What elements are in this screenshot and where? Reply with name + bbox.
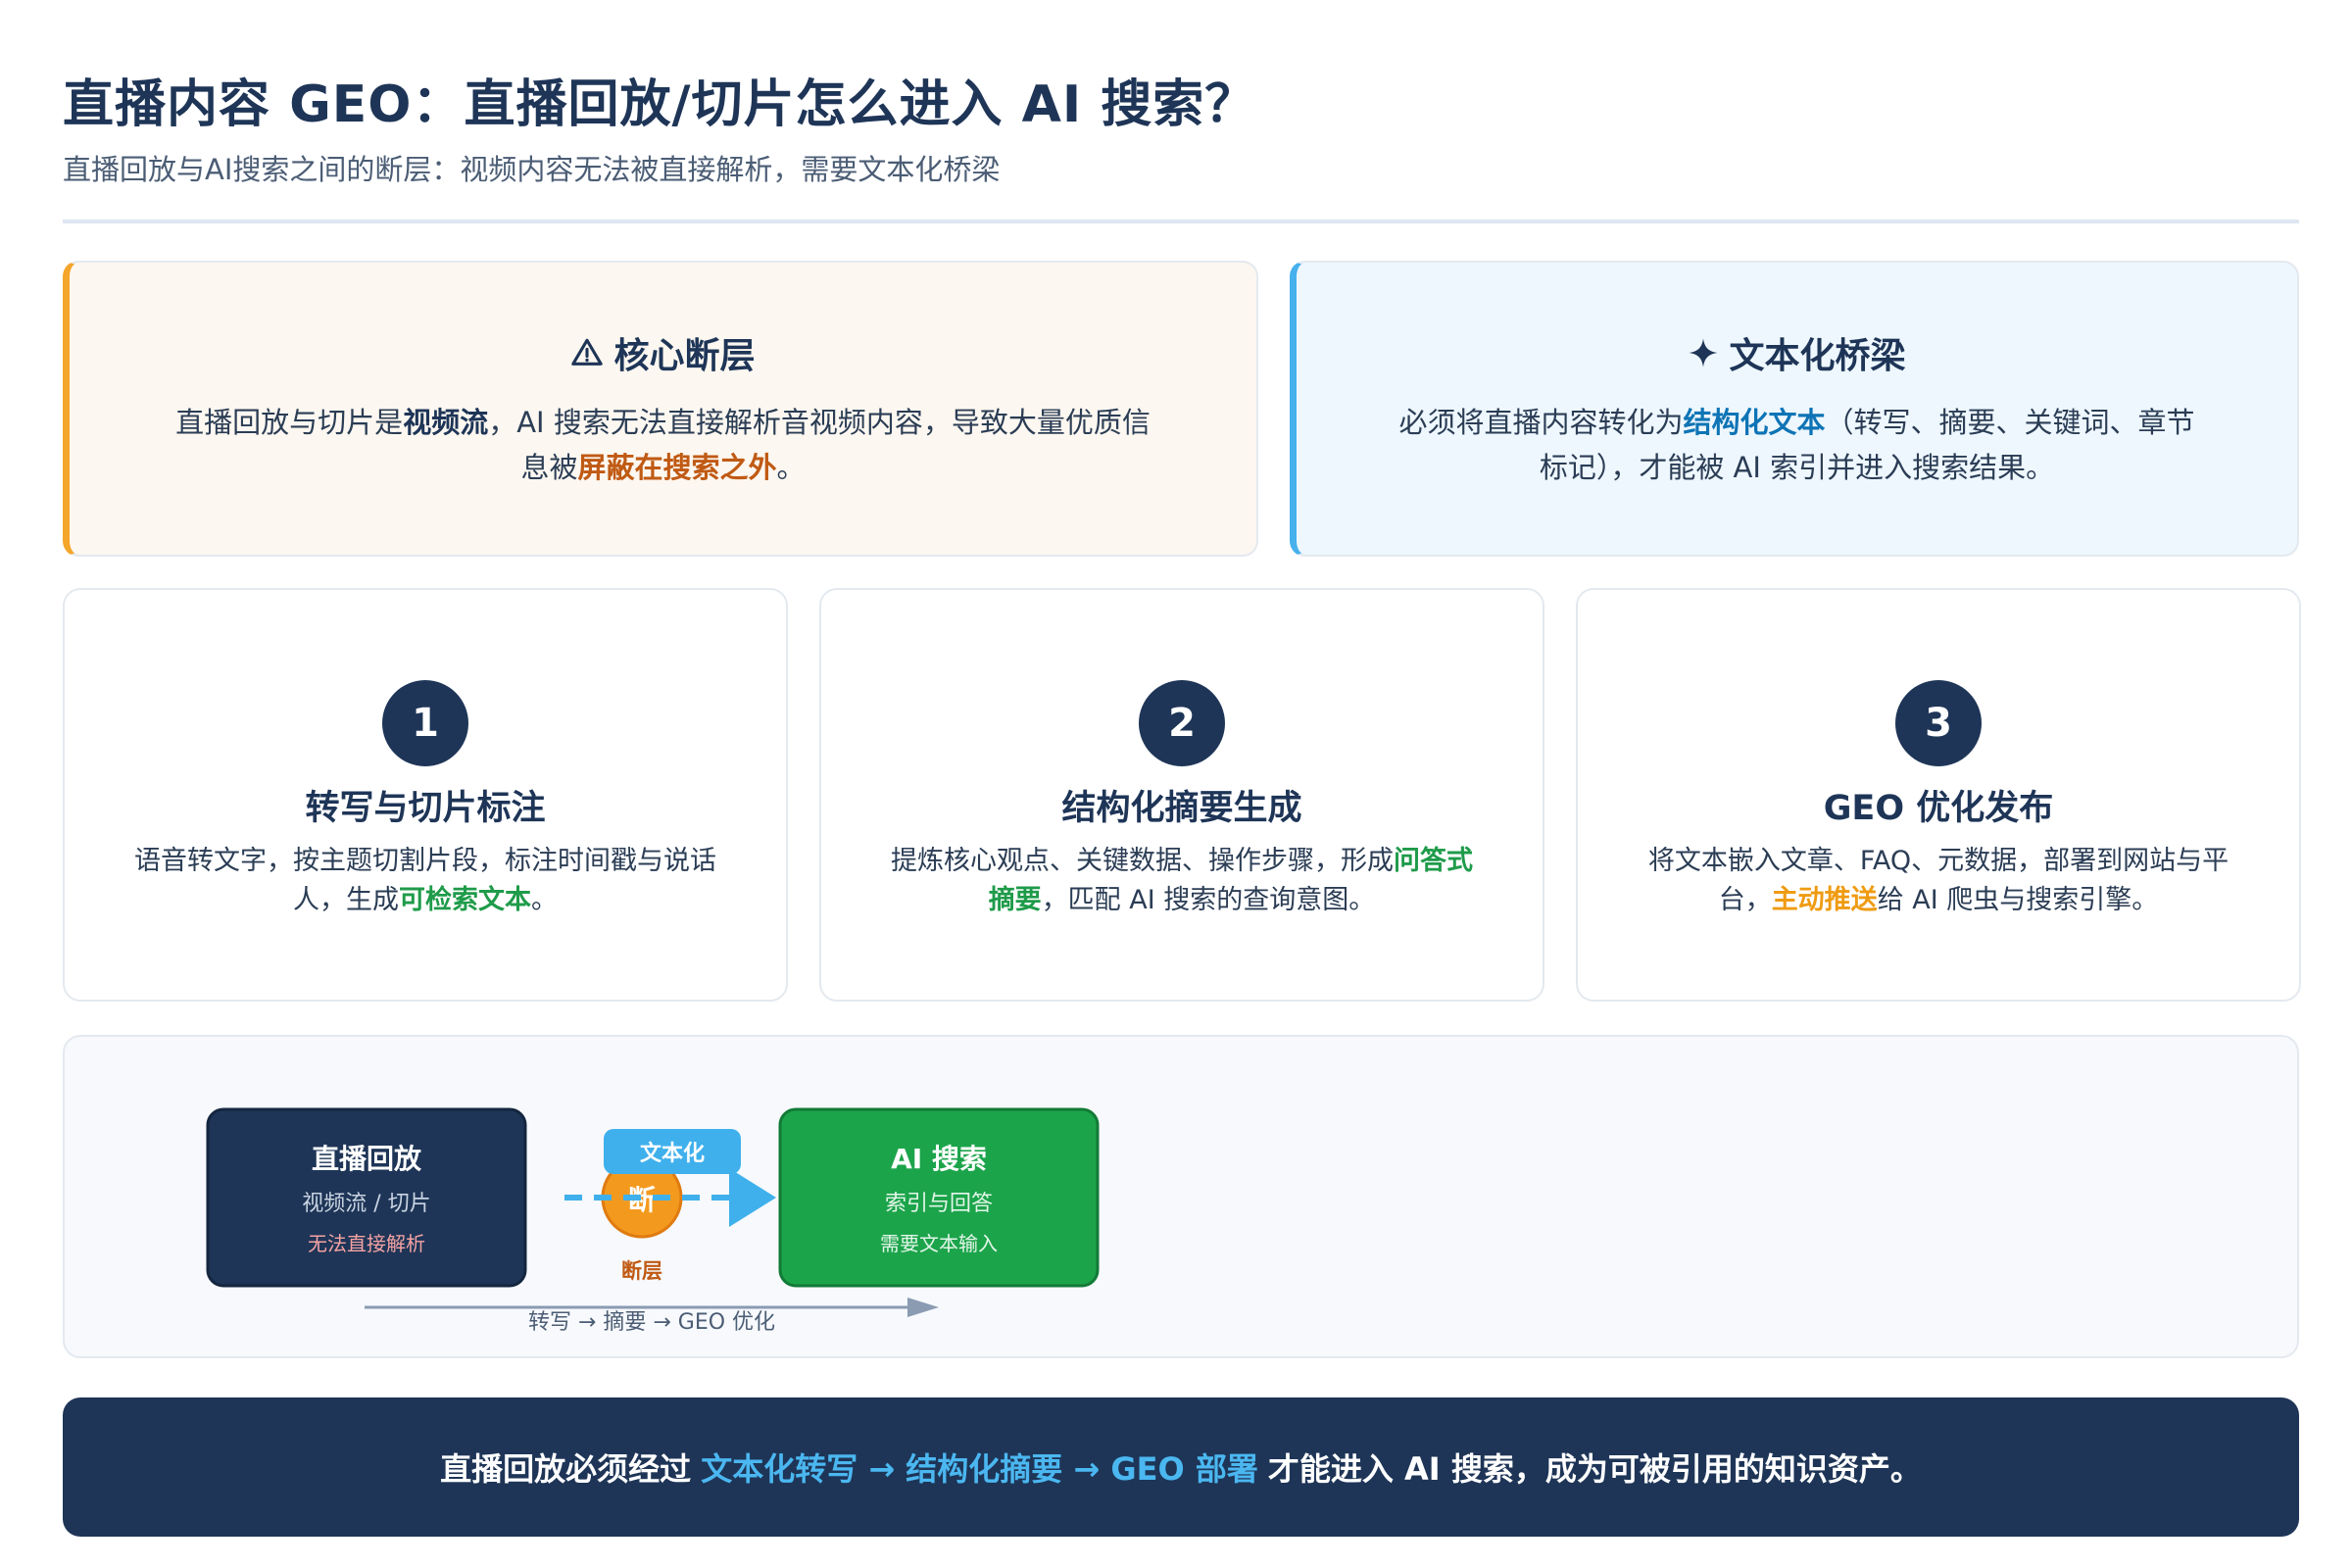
core-gap-highlight-blocked: 屏蔽在搜索之外 bbox=[577, 451, 777, 484]
gap-caption: 断层 bbox=[621, 1259, 662, 1283]
text-bridge-text-part: 必须将直播内容转化为 bbox=[1398, 406, 1684, 439]
step-card-1: 1 转写与切片标注 语音转文字，按主题切割片段，标注时间戳与说话人，生成可检索文… bbox=[63, 588, 788, 1002]
flow-diagram: 直播回放 视频流 / 切片 无法直接解析 断 文本化 断层 AI 搜索 索引与回… bbox=[206, 1107, 1100, 1335]
step-number-badge: 3 bbox=[1895, 680, 1982, 766]
step-description: 语音转文字，按主题切割片段，标注时间戳与说话人，生成可检索文本。 bbox=[65, 842, 786, 920]
sparkle-icon bbox=[1689, 338, 1719, 368]
step-description: 提炼核心观点、关键数据、操作步骤，形成问答式摘要，匹配 AI 搜索的查询意图。 bbox=[821, 842, 1543, 920]
warning-triangle-icon bbox=[571, 338, 604, 366]
text-bridge-heading: 文本化桥梁 bbox=[1688, 327, 1906, 378]
step-title: 结构化摘要生成 bbox=[1061, 789, 1302, 828]
ai-search-title: AI 搜索 bbox=[891, 1143, 987, 1175]
step-number-badge: 2 bbox=[1139, 680, 1225, 766]
ai-search-line-1: 索引与回答 bbox=[885, 1192, 993, 1216]
core-gap-title: 核心断层 bbox=[613, 336, 756, 376]
step-text-part: ，匹配 AI 搜索的查询意图。 bbox=[1041, 885, 1376, 915]
live-replay-title: 直播回放 bbox=[312, 1143, 422, 1175]
text-bridge-card: 文本化桥梁 必须将直播内容转化为结构化文本（转写、摘要、关键词、章节标记），才能… bbox=[1290, 261, 2299, 557]
divider bbox=[63, 220, 2299, 223]
step-title: GEO 优化发布 bbox=[1823, 789, 2054, 828]
page-subtitle: 直播回放与AI搜索之间的断层：视频内容无法被直接解析，需要文本化桥梁 bbox=[63, 153, 1001, 186]
step-card-2: 2 结构化摘要生成 提炼核心观点、关键数据、操作步骤，形成问答式摘要，匹配 AI… bbox=[819, 588, 1544, 1002]
infographic: 直播内容 GEO：直播回放/切片怎么进入 AI 搜索？ 直播回放与AI搜索之间的… bbox=[63, 0, 2301, 1568]
live-replay-line-1: 视频流 / 切片 bbox=[302, 1192, 430, 1216]
banner-text-part: 才能进入 AI 搜索，成为可被引用的知识资产。 bbox=[1267, 1450, 1922, 1488]
flow-diagram-panel: 直播回放 视频流 / 切片 无法直接解析 断 文本化 断层 AI 搜索 索引与回… bbox=[63, 1035, 2299, 1358]
text-bridge-highlight: 结构化文本 bbox=[1683, 406, 1826, 439]
text-bridge-text: 必须将直播内容转化为结构化文本（转写、摘要、关键词、章节标记），才能被 AI 索… bbox=[1395, 400, 2199, 490]
banner-highlight: 文本化转写 → 结构化摘要 → GEO 部署 bbox=[701, 1450, 1258, 1488]
summary-banner: 直播回放必须经过 文本化转写 → 结构化摘要 → GEO 部署 才能进入 AI 搜索… bbox=[63, 1397, 2299, 1537]
step-title: 转写与切片标注 bbox=[305, 789, 546, 828]
step-card-3: 3 GEO 优化发布 将文本嵌入文章、FAQ、元数据，部署到网站与平台，主动推送… bbox=[1576, 588, 2301, 1002]
pipeline-arrow-head bbox=[907, 1298, 939, 1317]
step-number-badge: 1 bbox=[382, 680, 468, 766]
step-highlight: 主动推送 bbox=[1771, 885, 1878, 915]
pipeline-label: 转写 → 摘要 → GEO 优化 bbox=[528, 1310, 775, 1335]
step-description: 将文本嵌入文章、FAQ、元数据，部署到网站与平台，主动推送给 AI 爬虫与搜索引… bbox=[1578, 842, 2299, 920]
page-title: 直播内容 GEO：直播回放/切片怎么进入 AI 搜索？ bbox=[63, 75, 1257, 134]
core-gap-card: 核心断层 直播回放与切片是视频流，AI 搜索无法直接解析音视频内容，导致大量优质… bbox=[63, 261, 1258, 557]
textify-badge-label: 文本化 bbox=[640, 1141, 705, 1166]
core-gap-text: 直播回放与切片是视频流，AI 搜索无法直接解析音视频内容，导致大量优质信息被屏蔽… bbox=[168, 400, 1158, 490]
step-text-part: 给 AI 爬虫与搜索引擎。 bbox=[1877, 885, 2159, 915]
live-replay-line-2: 无法直接解析 bbox=[308, 1232, 425, 1255]
core-gap-highlight-video: 视频流 bbox=[403, 406, 489, 439]
step-text-part: 提炼核心观点、关键数据、操作步骤，形成 bbox=[891, 846, 1394, 876]
core-gap-text-part: 。 bbox=[776, 451, 806, 484]
core-gap-text-part: 直播回放与切片是 bbox=[175, 406, 404, 439]
ai-search-line-2: 需要文本输入 bbox=[880, 1232, 998, 1255]
step-text-part: 。 bbox=[531, 885, 558, 915]
text-bridge-title: 文本化桥梁 bbox=[1729, 336, 1906, 376]
step-highlight: 可检索文本 bbox=[399, 885, 531, 915]
core-gap-heading: 核心断层 bbox=[570, 327, 756, 378]
banner-text-part: 直播回放必须经过 bbox=[440, 1450, 692, 1488]
